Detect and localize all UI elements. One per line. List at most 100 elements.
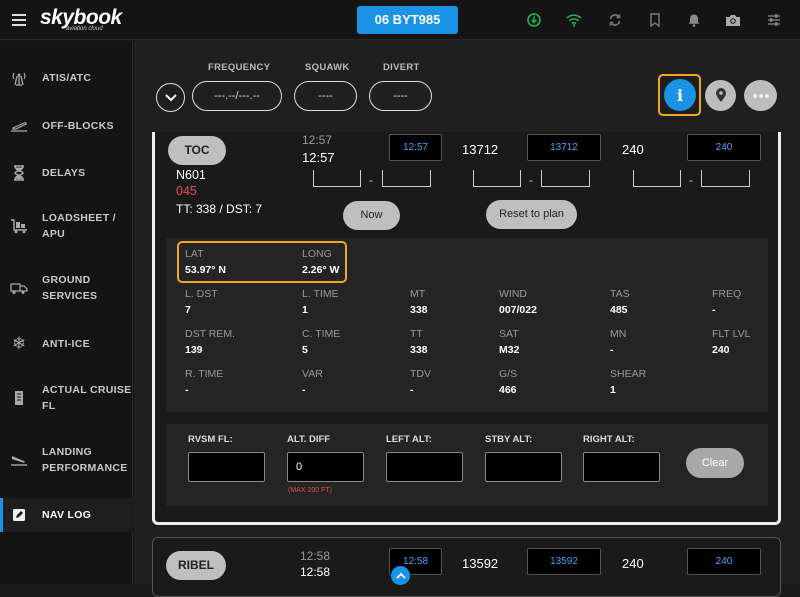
scroll-up-button[interactable] bbox=[391, 566, 410, 585]
clear-button[interactable]: Clear bbox=[686, 448, 744, 478]
sliders-icon[interactable] bbox=[766, 12, 782, 28]
sidebar-item-ground-services[interactable]: GROUND SERVICES bbox=[0, 266, 133, 310]
sidebar-item-anti-ice[interactable]: ❄ ANTI-ICE bbox=[0, 328, 133, 360]
plane-landing-icon bbox=[10, 451, 28, 469]
info-field-label: C. TIME bbox=[302, 328, 341, 340]
altitude-value: 13712 bbox=[462, 142, 499, 157]
info-field-label: L. DST bbox=[185, 288, 218, 300]
next-planned-time: 12:58 bbox=[300, 549, 331, 563]
next-altitude-box[interactable]: 13592 bbox=[527, 548, 601, 575]
hourglass-icon bbox=[10, 164, 28, 182]
now-button[interactable]: Now bbox=[343, 201, 400, 230]
rvsm-fl-input[interactable] bbox=[188, 452, 265, 482]
camera-icon[interactable] bbox=[725, 12, 741, 28]
sidebar-item-actual-cruise-fl[interactable]: ACTUAL CRUISE FL bbox=[0, 376, 133, 420]
chevron-up-icon bbox=[395, 572, 406, 579]
active-indicator bbox=[0, 498, 3, 532]
info-field-label: TT bbox=[410, 328, 423, 340]
next-actual-time: 12:58 bbox=[300, 565, 331, 579]
app-logo-subtitle: aviation cloud bbox=[66, 26, 103, 32]
sidebar-item-off-blocks[interactable]: OFF-BLOCKS bbox=[0, 110, 133, 142]
time-box[interactable]: 12:57 bbox=[389, 134, 442, 161]
info-field-label: SAT bbox=[499, 328, 519, 340]
sync-icon[interactable] bbox=[607, 12, 623, 28]
info-field-label: MN bbox=[610, 328, 627, 340]
chevron-down-icon bbox=[164, 93, 177, 101]
sidebar-item-atis-atc[interactable]: ATIS/ATC bbox=[0, 62, 133, 94]
info-field-value: M32 bbox=[499, 344, 520, 356]
info-field-value: 466 bbox=[499, 384, 517, 396]
info-field-value: 7 bbox=[185, 304, 191, 316]
left-alt-label: LEFT ALT: bbox=[386, 434, 432, 445]
altitude-box[interactable]: 13712 bbox=[527, 134, 601, 161]
waypoint-code: 045 bbox=[176, 184, 197, 198]
sidebar-item-label: LOADSHEET / APU bbox=[42, 212, 116, 240]
time-input-right[interactable] bbox=[382, 170, 431, 187]
altitude-input-left[interactable] bbox=[473, 170, 521, 187]
info-field-label: DST REM. bbox=[185, 328, 235, 340]
sidebar-item-nav-log[interactable]: NAV LOG bbox=[0, 498, 133, 532]
sidebar-item-landing-performance[interactable]: LANDING PERFORMANCE bbox=[0, 438, 133, 482]
info-button[interactable]: i bbox=[664, 79, 696, 111]
info-field-label: MT bbox=[410, 288, 426, 300]
location-button[interactable] bbox=[705, 80, 736, 111]
info-field-label: FREQ bbox=[712, 288, 742, 300]
info-field-label: VAR bbox=[302, 368, 323, 380]
divert-field[interactable]: ---- bbox=[369, 81, 432, 111]
sidebar-item-label: LANDING PERFORMANCE bbox=[42, 446, 128, 474]
flight-selector-button[interactable]: 06 BYT985 bbox=[357, 6, 458, 34]
sidebar-item-label: DELAYS bbox=[42, 167, 86, 179]
info-field-value: 007/022 bbox=[499, 304, 537, 316]
more-options-button[interactable] bbox=[744, 80, 777, 111]
fuel-input-right[interactable] bbox=[701, 170, 750, 187]
bookmark-icon[interactable] bbox=[647, 12, 663, 28]
sidebar-item-loadsheet-apu[interactable]: LOADSHEET / APU bbox=[0, 204, 133, 248]
info-field-value: - bbox=[410, 384, 414, 396]
fuel-box[interactable]: 240 bbox=[687, 134, 761, 161]
right-alt-input[interactable] bbox=[583, 452, 660, 482]
plane-takeoff-icon bbox=[10, 117, 28, 135]
next-fuel-box[interactable]: 240 bbox=[687, 548, 761, 575]
sidebar-item-delays[interactable]: DELAYS bbox=[0, 157, 133, 189]
collapse-toggle-button[interactable] bbox=[156, 83, 185, 112]
next-altitude-value: 13592 bbox=[462, 556, 499, 571]
info-field-value: - bbox=[302, 384, 306, 396]
edit-icon bbox=[10, 506, 28, 524]
stby-alt-input[interactable] bbox=[485, 452, 562, 482]
alt-diff-label: ALT. DIFF bbox=[287, 434, 331, 445]
more-horizontal-icon bbox=[752, 93, 769, 98]
time-input-left[interactable] bbox=[313, 170, 361, 187]
actual-time: 12:57 bbox=[302, 150, 335, 165]
left-alt-input[interactable] bbox=[386, 452, 463, 482]
snowflake-icon: ❄ bbox=[11, 334, 27, 353]
frequency-field[interactable]: ---.--/---.-- bbox=[192, 81, 282, 111]
wifi-icon[interactable] bbox=[566, 12, 582, 28]
altitude-input-right[interactable] bbox=[541, 170, 590, 187]
fuel-value: 240 bbox=[622, 142, 644, 157]
lat-value: 53.97° N bbox=[185, 264, 226, 276]
rvsm-fl-label: RVSM FL: bbox=[188, 434, 233, 445]
next-waypoint-name-badge[interactable]: RIBEL bbox=[166, 551, 226, 580]
info-field-value: - bbox=[185, 384, 189, 396]
fuel-input-left[interactable] bbox=[633, 170, 681, 187]
menu-icon[interactable] bbox=[12, 14, 26, 26]
divert-label: DIVERT bbox=[383, 62, 420, 73]
info-field-value: 485 bbox=[610, 304, 628, 316]
download-icon[interactable] bbox=[526, 12, 542, 28]
sidebar-item-label: OFF-BLOCKS bbox=[42, 120, 114, 132]
tail-number: N601 bbox=[176, 168, 206, 182]
reset-to-plan-button[interactable]: Reset to plan bbox=[486, 200, 577, 229]
info-field-value: 338 bbox=[410, 304, 428, 316]
squawk-label: SQUAWK bbox=[305, 62, 350, 73]
info-field-label: TAS bbox=[610, 288, 630, 300]
radio-tower-icon bbox=[10, 69, 28, 87]
alt-diff-input[interactable]: 0 bbox=[287, 452, 364, 482]
long-value: 2.26° W bbox=[302, 264, 340, 276]
squawk-field[interactable]: ---- bbox=[294, 81, 357, 111]
info-field-value: 5 bbox=[302, 344, 308, 356]
info-field-value: 240 bbox=[712, 344, 730, 356]
separator-dash: - bbox=[689, 173, 693, 187]
waypoint-name-badge[interactable]: TOC bbox=[168, 136, 226, 165]
top-bar: skybook aviation cloud 06 BYT985 bbox=[0, 0, 800, 40]
bell-icon[interactable] bbox=[686, 12, 702, 28]
